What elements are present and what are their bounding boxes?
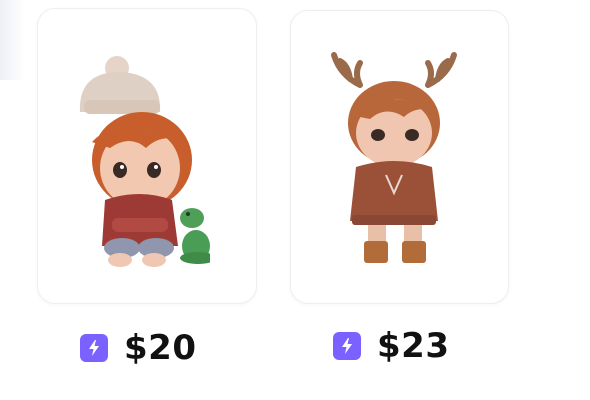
lightning-bolt-icon (80, 334, 108, 362)
product-price: $20 (124, 328, 197, 368)
price-row-2: $23 (333, 326, 449, 366)
product-image-2[interactable] (320, 45, 470, 270)
product-image-1[interactable] (50, 50, 210, 270)
lightning-bolt-icon (333, 332, 361, 360)
product-price: $23 (377, 326, 450, 366)
price-row-1: $20 (80, 328, 196, 368)
left-edge-fade (0, 0, 26, 80)
